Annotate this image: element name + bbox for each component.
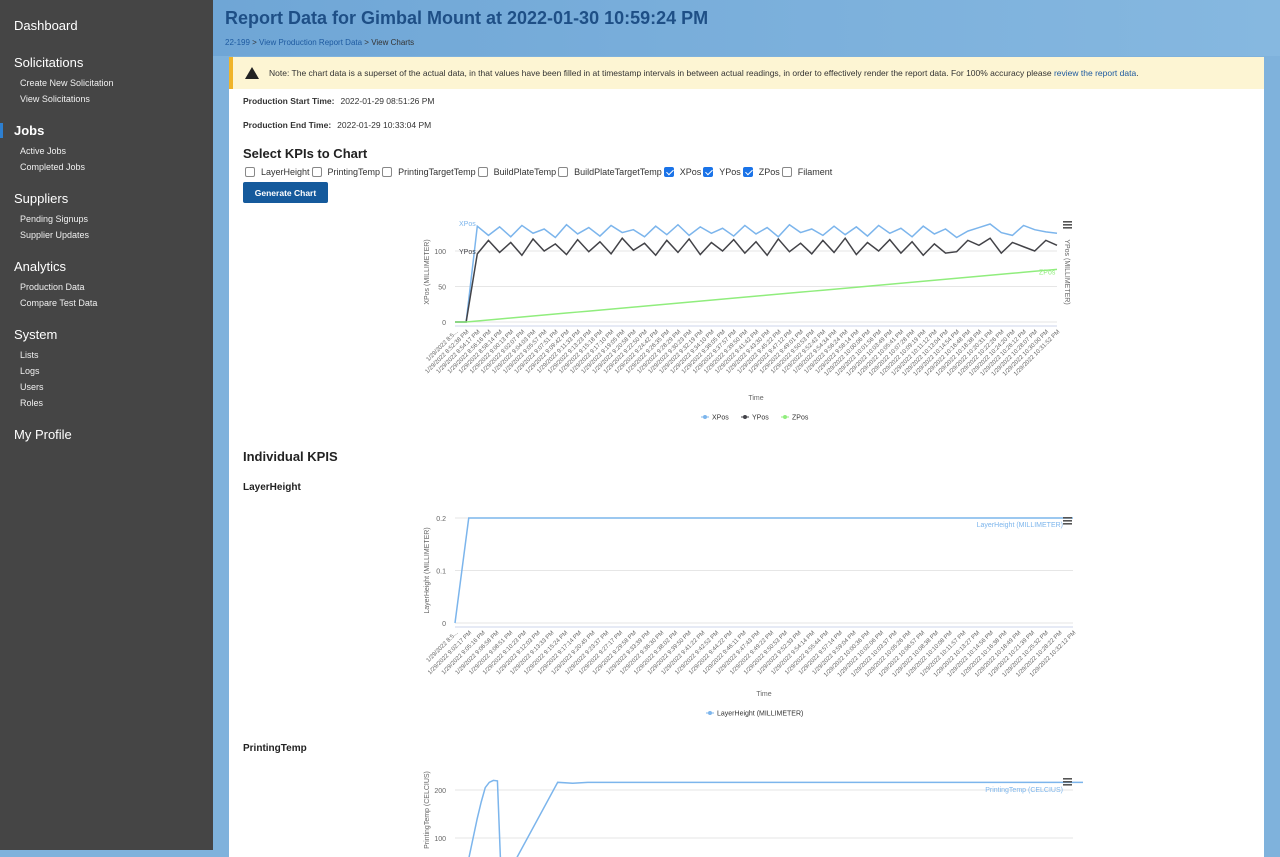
y-tick-label: 200 (434, 788, 446, 795)
charts-layer: 050100XPos (MILLIMETER) YPos (MILLIMETER)… (424, 221, 1083, 857)
chart-menu-icon[interactable] (1063, 523, 1072, 525)
legend-item[interactable]: LayerHeight (MILLIMETER) (717, 711, 803, 718)
chart-menu-icon[interactable] (1063, 517, 1072, 519)
x-axis-title: Time (748, 395, 763, 402)
series-end-label: XPos (459, 221, 476, 228)
series-end-label: ZPos (1039, 269, 1056, 276)
chart-menu-icon[interactable] (1063, 227, 1072, 229)
chart-menu-icon[interactable] (1063, 520, 1072, 522)
y-axis-title: LayerHeight (MILLIMETER) (424, 527, 431, 613)
y-tick-label: 0.1 (436, 569, 446, 576)
series-line-zpos (455, 268, 1058, 323)
legend-item[interactable]: XPos (712, 415, 729, 422)
y-tick-label: 0 (442, 621, 446, 628)
series-end-label: PrintingTemp (CELCIUS) (985, 787, 1063, 794)
y-tick-label: 50 (438, 285, 446, 292)
y-tick-label: 0.2 (436, 516, 446, 523)
legend-item[interactable]: ZPos (792, 415, 809, 422)
y-tick-label: 0 (442, 320, 446, 327)
chart-menu-icon[interactable] (1063, 784, 1072, 786)
y-axis-title-right: YPos (MILLIMETER) (1063, 239, 1070, 304)
series-line-xpos (455, 223, 1058, 323)
series-end-label: YPos (459, 249, 476, 256)
y-axis-title: XPos (MILLIMETER) (424, 239, 431, 304)
x-axis-title: Time (756, 691, 771, 698)
legend-item[interactable]: YPos (752, 415, 769, 422)
chart-menu-icon[interactable] (1063, 781, 1072, 783)
chart-menu-icon[interactable] (1063, 221, 1072, 223)
y-tick-label: 100 (434, 249, 446, 256)
series-end-label: LayerHeight (MILLIMETER) (977, 522, 1063, 529)
chart-menu-icon[interactable] (1063, 224, 1072, 226)
chart-menu-icon[interactable] (1063, 778, 1072, 780)
y-tick-label: 100 (434, 836, 446, 843)
y-axis-title: PrintingTemp (CELCIUS) (424, 771, 431, 849)
